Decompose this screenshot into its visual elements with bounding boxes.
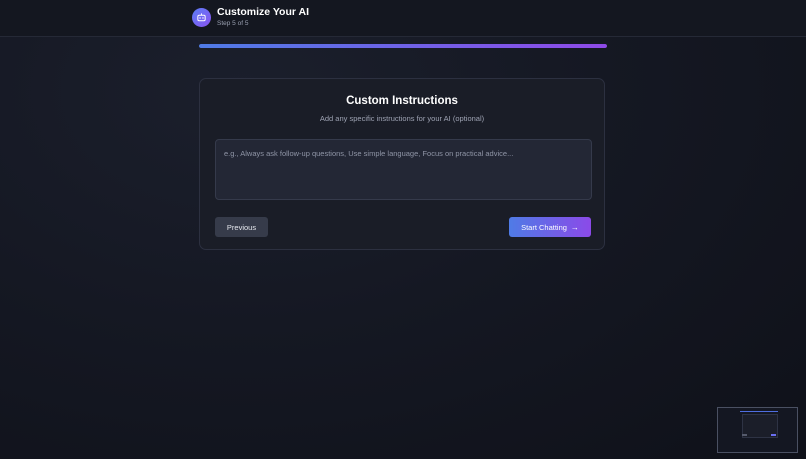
thumbnail-button xyxy=(742,434,747,436)
card-subtitle: Add any specific instructions for your A… xyxy=(319,114,485,123)
thumbnail-progress xyxy=(740,411,778,412)
app-header: Customize Your AI Step 5 of 5 xyxy=(0,0,806,37)
instructions-textarea[interactable] xyxy=(215,139,592,200)
progress-bar xyxy=(199,44,607,48)
card-title: Custom Instructions xyxy=(346,95,458,107)
arrow-right-icon: → xyxy=(570,222,579,232)
robot-icon xyxy=(192,8,211,27)
page-title: Customize Your AI xyxy=(217,6,309,18)
progress-fill xyxy=(199,44,607,48)
title-group: Customize Your AI Step 5 of 5 xyxy=(217,6,309,29)
previous-button[interactable]: Previous xyxy=(215,217,268,237)
instructions-card: Custom Instructions Add any specific ins… xyxy=(199,78,605,250)
start-chatting-button[interactable]: Start Chatting → xyxy=(509,217,591,237)
step-indicator: Step 5 of 5 xyxy=(217,20,249,27)
start-chatting-label: Start Chatting xyxy=(521,222,567,232)
thumbnail-button xyxy=(771,434,776,436)
brand: Customize Your AI Step 5 of 5 xyxy=(192,6,309,29)
preview-thumbnail[interactable] xyxy=(717,407,798,453)
